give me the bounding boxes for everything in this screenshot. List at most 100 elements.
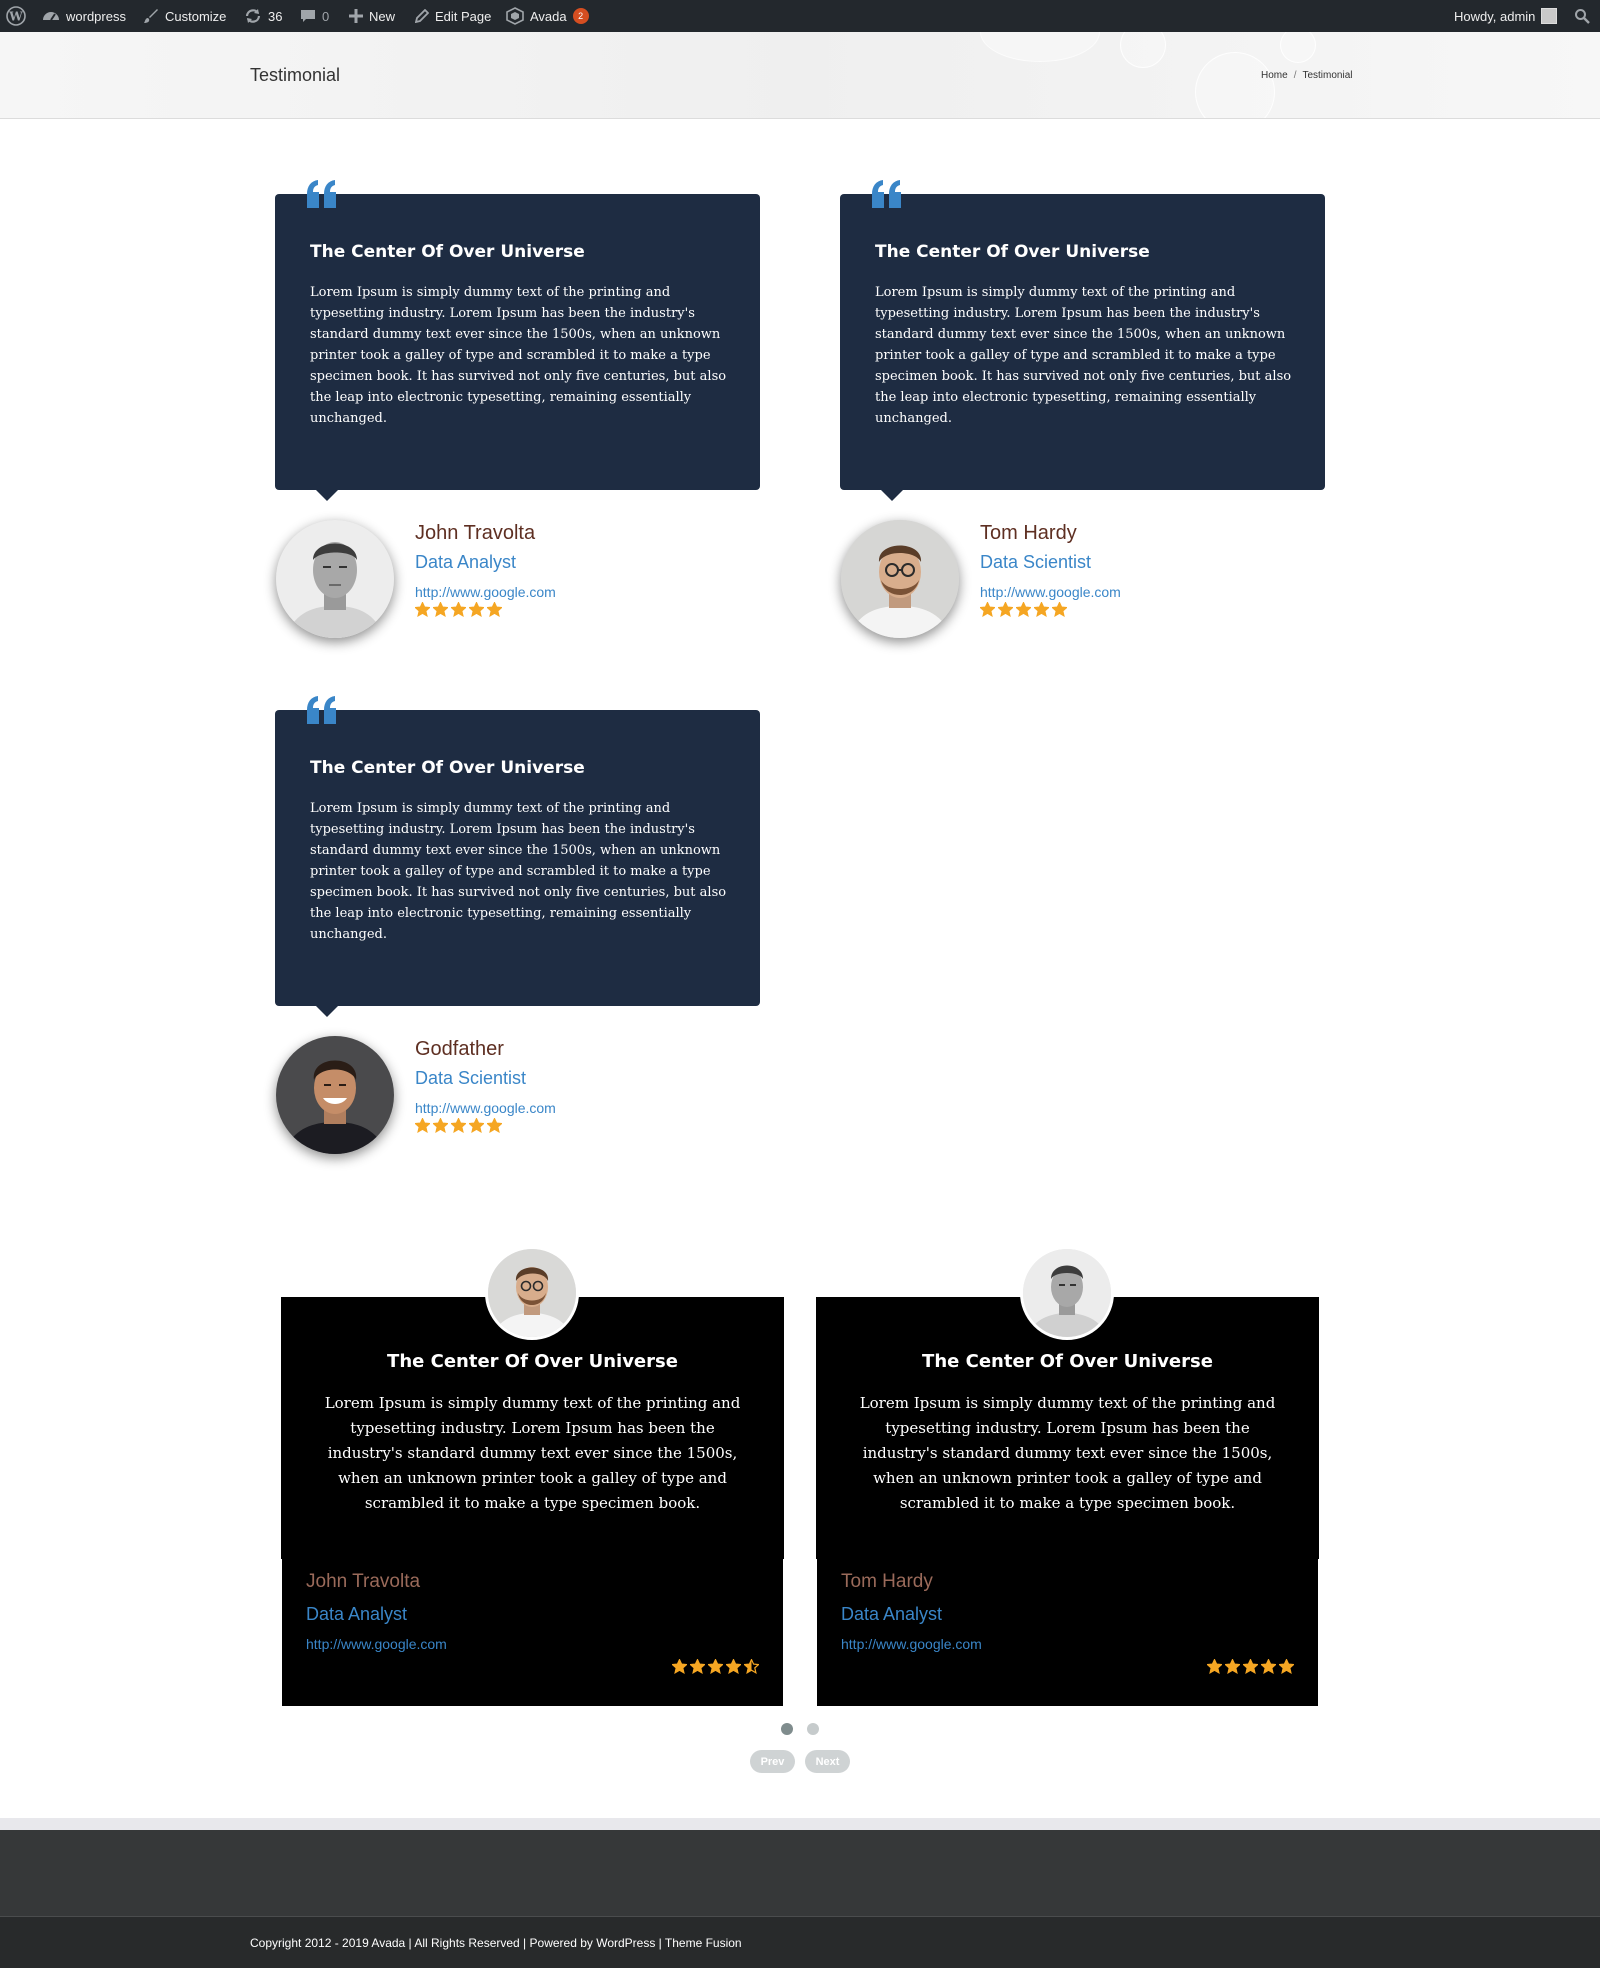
- half-star-icon: [744, 1659, 759, 1674]
- updates-icon: [244, 8, 262, 24]
- client-photo: [485, 1246, 579, 1340]
- star-icon: [451, 1118, 466, 1133]
- star-icon: [415, 602, 430, 617]
- wordpress-logo-button[interactable]: W: [6, 0, 26, 32]
- client-role: Data Scientist: [980, 552, 1092, 572]
- updates-link[interactable]: 36: [244, 0, 282, 32]
- star-rating: [1207, 1659, 1294, 1674]
- comment-icon: [300, 8, 316, 24]
- client-name: John Travolta: [306, 1571, 421, 1592]
- bubble-pointer: [315, 489, 339, 501]
- client-photo: [276, 520, 394, 638]
- client-photo: [841, 520, 959, 638]
- site-name-label: wordpress: [66, 8, 126, 24]
- star-icon: [451, 602, 466, 617]
- avatar: [1541, 8, 1558, 24]
- star-icon: [1052, 602, 1067, 617]
- page-title: Testimonial: [250, 65, 341, 85]
- star-icon: [1016, 602, 1031, 617]
- breadcrumb: Home / Testimonial: [1261, 70, 1353, 81]
- search-icon: [1574, 8, 1590, 24]
- star-icon: [469, 602, 484, 617]
- star-icon: [1207, 1659, 1222, 1674]
- star-icon: [672, 1659, 687, 1674]
- client-role: Data Analyst: [841, 1604, 943, 1624]
- next-button[interactable]: Next: [805, 1750, 850, 1773]
- carousel-dot-2[interactable]: [807, 1723, 819, 1735]
- testimonial-text: Lorem Ipsum is simply dummy text of the …: [875, 285, 1292, 426]
- prev-button[interactable]: Prev: [750, 1750, 795, 1773]
- client-role: Data Analyst: [306, 1604, 408, 1624]
- client-website-link[interactable]: http://www.google.com: [841, 1636, 982, 1652]
- quote-icon: [872, 180, 901, 208]
- svg-text:W: W: [8, 10, 23, 24]
- client-name: Tom Hardy: [841, 1571, 933, 1592]
- comments-count: 0: [322, 8, 330, 24]
- edit-page-label: Edit Page: [435, 8, 492, 24]
- quote-icon: [307, 696, 336, 724]
- star-icon: [980, 602, 995, 617]
- star-icon: [998, 602, 1013, 617]
- testimonial-title: The Center Of Over Universe: [310, 242, 585, 262]
- client-website-link[interactable]: http://www.google.com: [415, 1100, 556, 1116]
- comments-link[interactable]: 0: [300, 0, 329, 32]
- quote-icon: [307, 180, 336, 208]
- star-icon: [1261, 1659, 1276, 1674]
- testimonial-text: Lorem Ipsum is simply dummy text of the …: [310, 285, 727, 426]
- star-icon: [690, 1659, 705, 1674]
- testimonial-text: Lorem Ipsum is simply dummy text of the …: [859, 1394, 1276, 1512]
- testimonial-title: The Center Of Over Universe: [387, 1351, 678, 1372]
- client-website-link[interactable]: http://www.google.com: [415, 584, 556, 600]
- wordpress-logo-icon: W: [6, 6, 26, 26]
- search-button[interactable]: [1574, 0, 1590, 32]
- site-name-link[interactable]: wordpress: [42, 0, 126, 32]
- dashboard-icon: [42, 8, 60, 24]
- new-content-link[interactable]: New: [349, 0, 395, 32]
- client-website-link[interactable]: http://www.google.com: [306, 1636, 447, 1652]
- client-website-link[interactable]: http://www.google.com: [980, 584, 1121, 600]
- testimonial-text: Lorem Ipsum is simply dummy text of the …: [310, 801, 727, 942]
- pencil-icon: [415, 9, 429, 23]
- updates-count: 36: [268, 8, 283, 24]
- star-icon: [487, 602, 502, 617]
- carousel-testimonial-card: The Center Of Over Universe Lorem Ipsum …: [816, 1246, 1319, 1706]
- new-label: New: [369, 8, 396, 24]
- star-rating: [415, 1118, 502, 1133]
- page-title-bar: Testimonial Home / Testimonial: [0, 32, 1600, 119]
- bokeh-decoration: [1280, 32, 1316, 63]
- breadcrumb-separator: /: [1293, 70, 1297, 81]
- customize-link[interactable]: Customize: [143, 0, 226, 32]
- star-icon: [415, 1118, 430, 1133]
- copyright-bar: Copyright 2012 - 2019 Avada | All Rights…: [0, 1916, 1600, 1968]
- bubble-pointer: [880, 489, 904, 501]
- my-account-link[interactable]: Howdy, admin: [1454, 0, 1558, 32]
- star-icon: [1225, 1659, 1240, 1674]
- avada-menu-link[interactable]: Avada 2: [506, 0, 589, 32]
- star-icon: [1034, 602, 1049, 617]
- avada-notification-badge: 2: [572, 8, 589, 24]
- client-name: Godfather: [415, 1038, 504, 1060]
- admin-bar: W wordpress Customize 36 0 New Edit Page…: [0, 0, 1600, 32]
- star-icon: [469, 1118, 484, 1133]
- star-rating: [415, 602, 502, 617]
- star-icon: [708, 1659, 723, 1674]
- carousel-dot-1[interactable]: [781, 1723, 793, 1735]
- bokeh-decoration: [980, 32, 1100, 62]
- customize-label: Customize: [165, 8, 227, 24]
- client-name: John Travolta: [415, 522, 536, 544]
- breadcrumb-home-link[interactable]: Home: [1261, 70, 1288, 81]
- testimonial-text: Lorem Ipsum is simply dummy text of the …: [324, 1394, 741, 1512]
- avada-label: Avada: [530, 8, 567, 24]
- copyright-text: Copyright 2012 - 2019 Avada | All Rights…: [250, 1936, 742, 1950]
- edit-page-link[interactable]: Edit Page: [415, 0, 491, 32]
- star-icon: [433, 602, 448, 617]
- client-photo: [276, 1036, 394, 1154]
- bokeh-decoration: [1195, 52, 1275, 118]
- star-icon: [487, 1118, 502, 1133]
- star-rating: [980, 602, 1067, 617]
- breadcrumb-current: Testimonial: [1302, 70, 1353, 81]
- plus-icon: [349, 9, 363, 23]
- howdy-label: Howdy, admin: [1454, 8, 1536, 24]
- star-icon: [1279, 1659, 1294, 1674]
- carousel-testimonial-card: The Center Of Over Universe Lorem Ipsum …: [281, 1246, 784, 1706]
